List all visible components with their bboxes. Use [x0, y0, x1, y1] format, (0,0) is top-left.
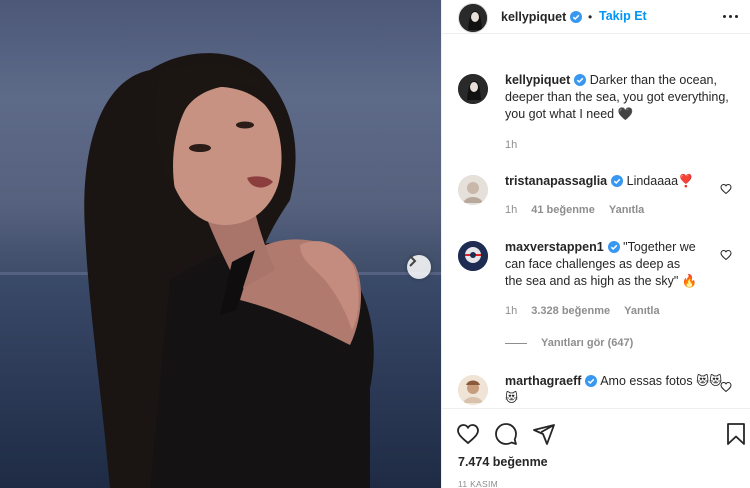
comment-username[interactable]: tristanapassaglia [505, 174, 607, 188]
commenter-avatar[interactable] [458, 375, 488, 405]
caption-body: kellypiquet Darker than the ocean, deepe… [505, 72, 733, 123]
comment-username[interactable]: marthagraeff [505, 374, 581, 388]
header-separator: • [588, 10, 593, 24]
heart-icon[interactable] [456, 422, 480, 446]
replies-divider [505, 342, 527, 344]
comment-text: Lindaaaa❣️ [626, 174, 694, 188]
comment-item: maxverstappen1 "Together we can face cha… [458, 239, 740, 349]
verified-badge-icon [607, 241, 620, 253]
author-username[interactable]: kellypiquet [501, 10, 583, 24]
view-replies-button[interactable]: Yanıtları gör (647) [505, 337, 633, 349]
chevron-right-icon [409, 255, 417, 267]
verified-badge-icon [574, 74, 587, 86]
commenter-avatar[interactable] [458, 241, 488, 271]
comment-body: marthagraeff Amo essas fotos 😻😻😻 [505, 373, 723, 407]
author-avatar[interactable] [458, 74, 488, 104]
next-image-button[interactable] [407, 255, 431, 279]
view-replies-label: Yanıtları gör (647) [541, 337, 634, 349]
post-actions: 7.474 beğenme 11 KASIM [442, 408, 750, 488]
caption-time: 1h [505, 139, 518, 151]
comment-body: maxverstappen1 "Together we can face cha… [505, 239, 700, 290]
post-photo [0, 0, 441, 488]
commenter-avatar[interactable] [458, 175, 488, 205]
post-sidebar: kellypiquet • Takip Et kellypiquet Darke… [441, 0, 750, 488]
reply-button[interactable]: Yanıtla [624, 305, 659, 317]
post-header: kellypiquet • Takip Et [442, 0, 750, 34]
verified-badge-icon [570, 11, 583, 23]
comment-meta: 1h 3.328 beğenme Yanıtla [505, 305, 660, 317]
verified-badge-icon [611, 175, 624, 187]
comment-likes[interactable]: 41 beğenme [531, 204, 595, 216]
like-count[interactable]: 7.474 beğenme [458, 455, 548, 469]
heart-icon[interactable] [720, 183, 732, 195]
more-options-icon[interactable] [723, 10, 741, 22]
caption-meta: 1h [505, 139, 517, 151]
heart-icon[interactable] [720, 381, 732, 393]
woman-portrait [84, 53, 374, 488]
author-avatar[interactable] [458, 3, 488, 33]
verified-badge-icon [585, 375, 598, 387]
caption: kellypiquet Darker than the ocean, deepe… [458, 72, 740, 152]
reply-button[interactable]: Yanıtla [609, 204, 644, 216]
share-icon[interactable] [532, 422, 556, 446]
comment-icon[interactable] [494, 422, 518, 446]
comment-time: 1h [505, 305, 518, 317]
comment-body: tristanapassaglia Lindaaaa❣️ [505, 173, 723, 190]
caption-username[interactable]: kellypiquet [505, 73, 570, 87]
comment-item: marthagraeff Amo essas fotos 😻😻😻 [458, 373, 740, 408]
bookmark-icon[interactable] [724, 422, 748, 446]
heart-icon[interactable] [720, 249, 732, 261]
post-date: 11 KASIM [458, 479, 499, 488]
comment-likes[interactable]: 3.328 beğenme [531, 305, 610, 317]
comment-username[interactable]: maxverstappen1 [505, 240, 604, 254]
follow-button[interactable]: Takip Et [599, 9, 647, 23]
comment-time: 1h [505, 204, 518, 216]
comment-item: tristanapassaglia Lindaaaa❣️ 1h 41 beğen… [458, 173, 740, 223]
comment-meta: 1h 41 beğenme Yanıtla [505, 204, 644, 216]
comments-list: kellypiquet Darker than the ocean, deepe… [442, 50, 750, 408]
